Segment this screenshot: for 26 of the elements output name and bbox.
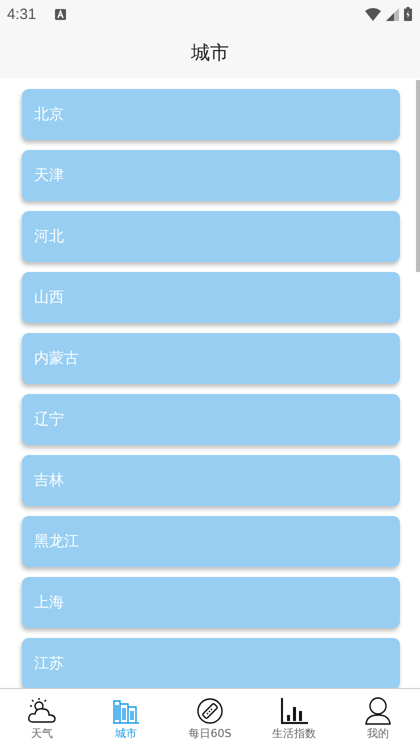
city-item[interactable]: 黑龙江: [22, 516, 400, 567]
status-time: 4:31: [7, 6, 36, 22]
battery-icon: [404, 7, 412, 21]
city-item[interactable]: 北京: [22, 89, 400, 140]
notification-icon: [55, 8, 66, 20]
city-item[interactable]: 上海: [22, 577, 400, 628]
nav-tab[interactable]: 城市: [84, 689, 168, 748]
nav-tab[interactable]: 我的: [336, 689, 420, 748]
bar-chart-icon: [280, 696, 308, 724]
city-item[interactable]: 天津: [22, 150, 400, 201]
weather-icon: [27, 696, 57, 724]
nav-tab[interactable]: 天气: [0, 689, 84, 748]
city-item[interactable]: 吉林: [22, 455, 400, 506]
city-item[interactable]: 山西: [22, 272, 400, 323]
city-item[interactable]: 辽宁: [22, 394, 400, 445]
signal-icon: [386, 8, 399, 20]
city-item[interactable]: 江苏: [22, 638, 400, 688]
nav-tab[interactable]: 每日60S: [168, 689, 252, 748]
wifi-icon: [365, 8, 381, 20]
city-item[interactable]: 内蒙古: [22, 333, 400, 384]
person-icon: [364, 696, 392, 724]
city-item[interactable]: 河北: [22, 211, 400, 262]
ruler-icon: [196, 696, 224, 724]
page-title: 城市: [191, 41, 229, 66]
scrollbar[interactable]: [416, 80, 420, 272]
nav-tab[interactable]: 生活指数: [252, 689, 336, 748]
